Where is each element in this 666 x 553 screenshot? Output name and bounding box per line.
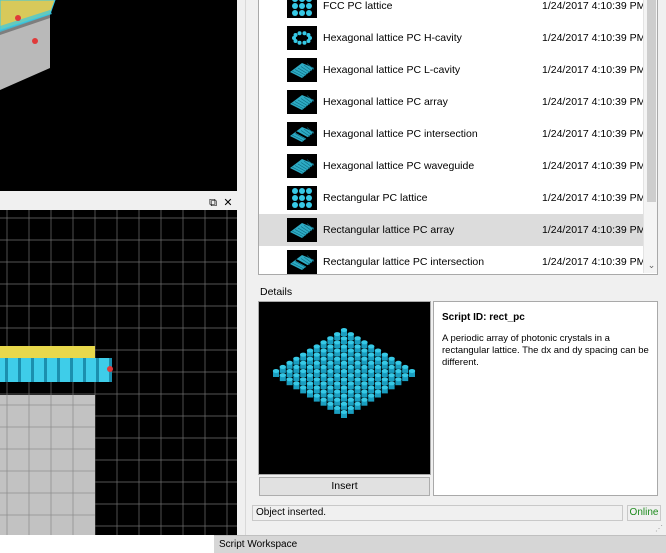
script-name: Rectangular lattice PC intersection [323,256,485,268]
hex-waveguide-icon [287,154,317,178]
list-item[interactable]: Rectangular lattice PC array 1/24/2017 4:… [259,214,646,246]
insert-button[interactable]: Insert [259,477,430,496]
list-item[interactable]: Hexagonal lattice PC waveguide 1/24/2017 … [259,150,646,182]
2d-view-grid [0,210,237,535]
list-item[interactable]: Rectangular PC lattice 1/24/2017 4:10:39 … [259,182,646,214]
details-label: Details [260,286,293,298]
script-name: Hexagonal lattice PC waveguide [323,160,475,172]
rect-intersection-icon [287,250,317,274]
rect-lattice-icon [287,186,317,210]
script-date: 1/24/2017 4:10:39 PM [542,192,646,204]
scroll-down-icon[interactable]: ⌄ [644,259,657,273]
script-id: Script ID: rect_pc [442,312,525,323]
script-library-panel: FCC PC lattice 1/24/2017 4:10:39 PM Hexago… [245,0,666,535]
hex-intersection-icon [287,122,317,146]
3d-view[interactable] [0,0,237,191]
rect-array-icon [287,218,317,242]
script-date: 1/24/2017 4:10:39 PM [542,160,646,172]
fcc-lattice-icon [287,0,317,18]
list-item[interactable]: Rectangular lattice PC intersection 1/24/… [259,246,646,274]
scrollbar-thumb[interactable] [647,0,656,202]
script-date: 1/24/2017 4:10:39 PM [542,32,646,44]
online-status-badge: Online [627,505,661,521]
hex-l-cavity-icon [287,58,317,82]
2d-view[interactable] [0,210,237,535]
script-date: 1/24/2017 4:10:39 PM [542,128,646,140]
script-name: Hexagonal lattice PC L-cavity [323,64,461,76]
resize-grip-icon[interactable]: ⋰ [655,525,665,533]
list-scrollbar[interactable]: ⌄ [643,0,657,273]
description-box: Script ID: rect_pc A periodic array of p… [433,301,658,496]
script-name: Hexagonal lattice PC intersection [323,128,478,140]
preview-image [258,301,431,475]
script-date: 1/24/2017 4:10:39 PM [542,0,646,12]
hex-array-icon [287,90,317,114]
script-date: 1/24/2017 4:10:39 PM [542,96,646,108]
2d-view-titlebar: ⧉ ✕ [0,196,237,210]
list-item[interactable]: Hexagonal lattice PC H-cavity 1/24/2017 4… [259,22,646,54]
script-date: 1/24/2017 4:10:39 PM [542,64,646,76]
close-icon[interactable]: ✕ [222,196,234,210]
list-item[interactable]: Hexagonal lattice PC intersection 1/24/20… [259,118,646,150]
script-date: 1/24/2017 4:10:39 PM [542,256,646,268]
script-list[interactable]: FCC PC lattice 1/24/2017 4:10:39 PM Hexago… [258,0,658,275]
script-description: A periodic array of photonic crystals in… [442,333,649,368]
3d-view-scene [0,0,56,90]
script-name: Hexagonal lattice PC H-cavity [323,32,462,44]
hex-h-cavity-icon [287,26,317,50]
rect-array-preview [272,328,416,418]
list-item[interactable]: Hexagonal lattice PC L-cavity 1/24/2017 4… [259,54,646,86]
list-item[interactable]: FCC PC lattice 1/24/2017 4:10:39 PM [259,0,646,22]
status-message: Object inserted. [252,505,623,521]
script-name: Hexagonal lattice PC array [323,96,448,108]
tab-script-workspace[interactable]: Script Workspace [214,535,666,553]
vertical-splitter[interactable] [237,0,245,535]
script-name: Rectangular PC lattice [323,192,428,204]
float-window-icon[interactable]: ⧉ [207,196,219,210]
list-item[interactable]: Hexagonal lattice PC array 1/24/2017 4:10… [259,86,646,118]
script-date: 1/24/2017 4:10:39 PM [542,224,646,236]
script-name: FCC PC lattice [323,0,393,12]
script-name: Rectangular lattice PC array [323,224,455,236]
